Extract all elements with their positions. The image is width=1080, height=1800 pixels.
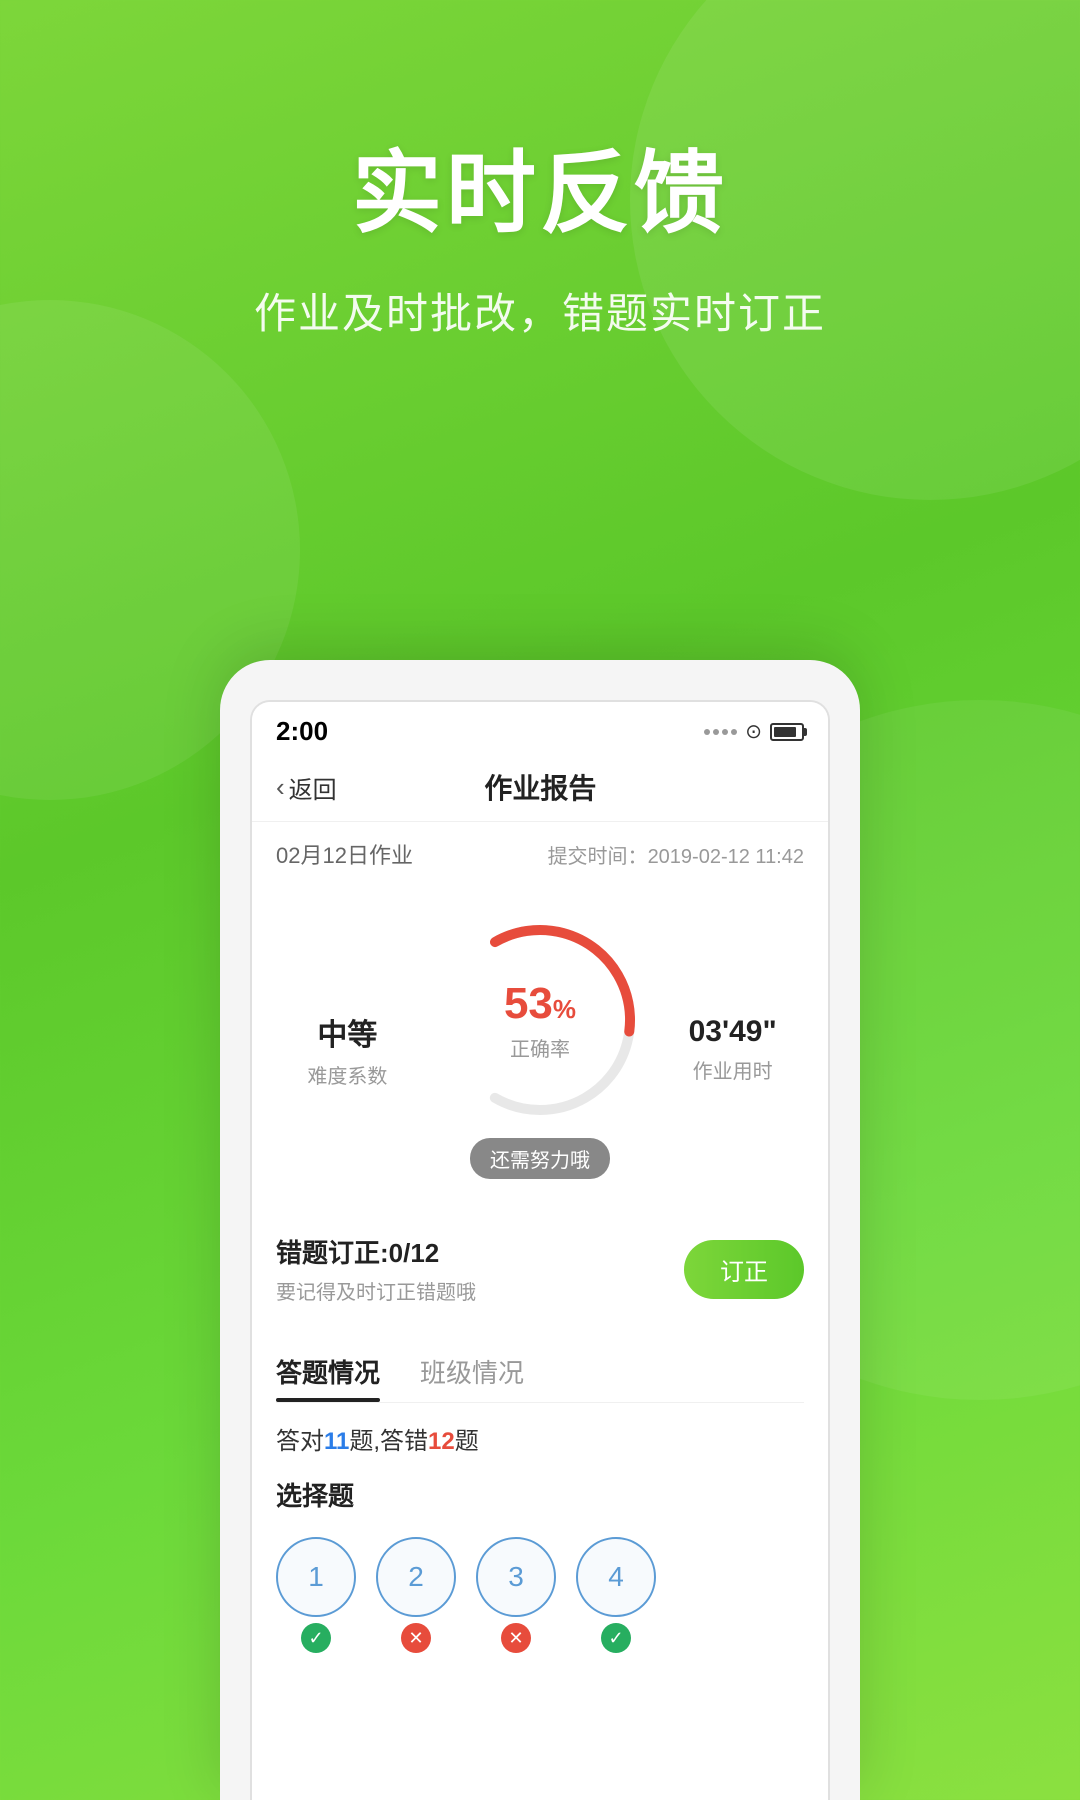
status-time: 2:00 xyxy=(276,716,328,747)
time-label: 作业用时 xyxy=(673,1055,793,1084)
tab-underline xyxy=(276,1398,380,1402)
battery-fill xyxy=(774,727,796,737)
accuracy-unit: % xyxy=(553,994,576,1024)
tab-answer-situation[interactable]: 答题情况 xyxy=(276,1335,380,1402)
assignment-info: 02月12日作业 提交时间：2019-02-12 11:42 xyxy=(252,822,828,886)
tabs-section: 答题情况 班级情况 xyxy=(252,1335,828,1403)
phone-screen: 2:00 ⊙ ‹ 返回 xyxy=(250,700,830,1800)
question-status-2: ✕ xyxy=(401,1623,431,1653)
error-title: 错题订正:0/12 xyxy=(276,1233,476,1270)
time-value: 03'49" xyxy=(673,1015,793,1049)
answer-stats-suffix: 题 xyxy=(455,1428,479,1455)
answer-stats-middle: 题,答错 xyxy=(349,1428,428,1455)
back-button[interactable]: ‹ 返回 xyxy=(276,770,337,805)
error-info: 错题订正:0/12 要记得及时订正错题哦 xyxy=(276,1233,476,1305)
question-circle-4[interactable]: 4 xyxy=(576,1537,656,1617)
circle-center: 53% 正确率 xyxy=(504,979,576,1062)
answer-stats-prefix: 答对 xyxy=(276,1428,324,1455)
stats-section: 中等 难度系数 53% 正确率 xyxy=(252,890,828,1199)
tabs-row: 答题情况 班级情况 xyxy=(276,1335,804,1403)
question-item-3: 3 ✕ xyxy=(476,1537,556,1653)
signal-dot-4 xyxy=(731,729,737,735)
nav-bar: ‹ 返回 作业报告 xyxy=(252,757,828,822)
accuracy-label: 正确率 xyxy=(504,1033,576,1062)
question-type: 选择题 xyxy=(252,1466,828,1527)
nav-title: 作业报告 xyxy=(337,767,744,807)
correct-button[interactable]: 订正 xyxy=(684,1240,804,1299)
error-section: 错题订正:0/12 要记得及时订正错题哦 订正 xyxy=(252,1211,828,1327)
wifi-icon: ⊙ xyxy=(745,719,762,744)
error-subtitle: 要记得及时订正错题哦 xyxy=(276,1276,476,1305)
tab-class-situation[interactable]: 班级情况 xyxy=(420,1335,524,1402)
answer-stats: 答对11题,答错12题 xyxy=(252,1403,828,1466)
sub-title: 作业及时批改，错题实时订正 xyxy=(0,280,1080,341)
back-label: 返回 xyxy=(289,770,337,805)
question-circle-3[interactable]: 3 xyxy=(476,1537,556,1617)
header-section: 实时反馈 作业及时批改，错题实时订正 xyxy=(0,0,1080,341)
question-status-3: ✕ xyxy=(501,1623,531,1653)
question-numbers: 1 ✓ 2 ✕ 3 ✕ 4 xyxy=(252,1527,828,1673)
signal-dot-1 xyxy=(704,729,710,735)
question-status-1: ✓ xyxy=(301,1623,331,1653)
difficulty-value: 中等 xyxy=(287,1010,407,1054)
difficulty-label: 难度系数 xyxy=(287,1060,407,1089)
phone-container: 2:00 ⊙ ‹ 返回 xyxy=(220,660,860,1800)
back-arrow-icon: ‹ xyxy=(276,772,285,803)
question-item-2: 2 ✕ xyxy=(376,1537,456,1653)
signal-dot-2 xyxy=(713,729,719,735)
question-circle-1[interactable]: 1 xyxy=(276,1537,356,1617)
phone-card: 2:00 ⊙ ‹ 返回 xyxy=(220,660,860,1800)
signal-icon xyxy=(704,729,737,735)
question-status-4: ✓ xyxy=(601,1623,631,1653)
status-icons: ⊙ xyxy=(704,719,804,744)
battery-icon xyxy=(770,723,804,741)
question-item-4: 4 ✓ xyxy=(576,1537,656,1653)
main-title: 实时反馈 xyxy=(0,120,1080,250)
accuracy-circle: 53% 正确率 xyxy=(430,910,650,1130)
status-bar: 2:00 ⊙ xyxy=(252,702,828,757)
question-item-1: 1 ✓ xyxy=(276,1537,356,1653)
signal-dot-3 xyxy=(722,729,728,735)
time-stat: 03'49" 作业用时 xyxy=(673,1015,793,1084)
accuracy-value: 53 xyxy=(504,979,553,1028)
correct-count: 11 xyxy=(324,1428,349,1455)
question-circle-2[interactable]: 2 xyxy=(376,1537,456,1617)
difficulty-stat: 中等 难度系数 xyxy=(287,1010,407,1089)
assignment-name: 02月12日作业 xyxy=(276,838,413,870)
wrong-count: 12 xyxy=(428,1428,455,1455)
submit-time: 提交时间：2019-02-12 11:42 xyxy=(548,840,804,869)
